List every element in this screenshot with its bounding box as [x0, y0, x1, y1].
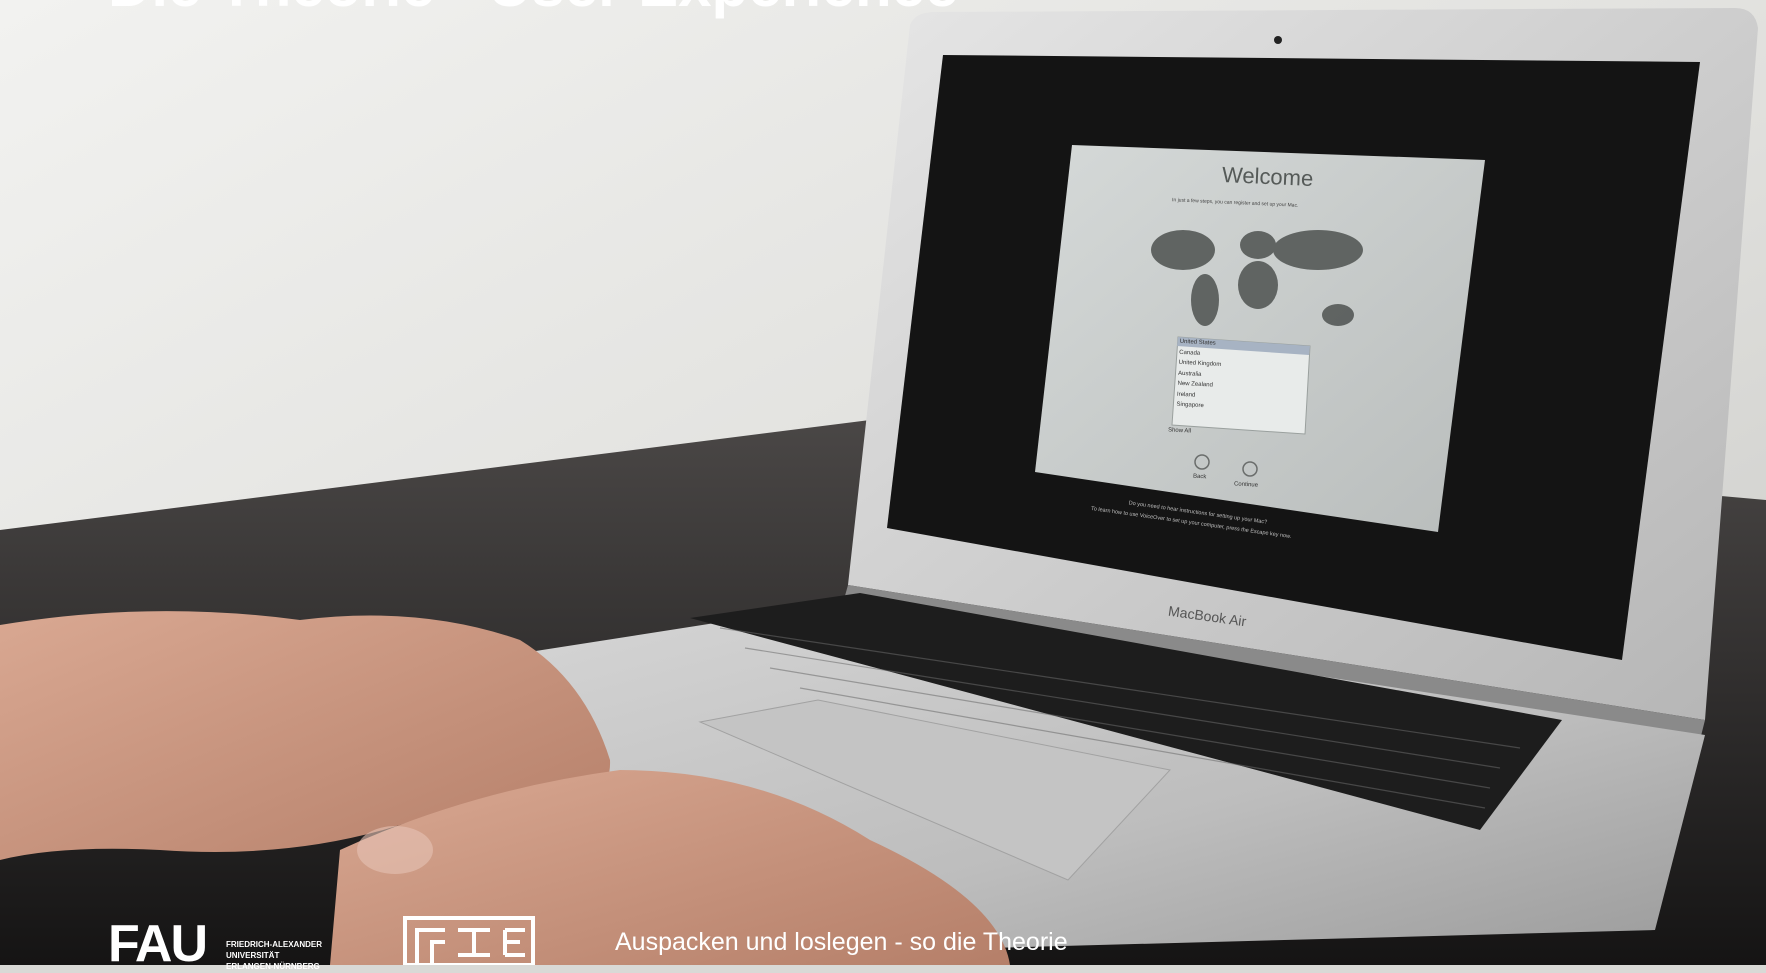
- fau-university-name: FRIEDRICH-ALEXANDER UNIVERSITÄT ERLANGEN…: [226, 939, 322, 972]
- photo-background: [0, 0, 1766, 965]
- fau-line: ERLANGEN-NÜRNBERG: [226, 962, 320, 971]
- institute-logo: [402, 915, 536, 965]
- slide-caption: Auspacken und loslegen - so die Theorie: [615, 928, 1068, 956]
- fau-logo: FAU FRIEDRICH-ALEXANDER UNIVERSITÄT ERLA…: [108, 918, 348, 971]
- slide-title: Die Theorie - User Experience: [108, 0, 958, 16]
- fau-line: FRIEDRICH-ALEXANDER: [226, 940, 322, 949]
- fau-mark: FAU: [108, 915, 208, 973]
- fau-line: UNIVERSITÄT: [226, 951, 280, 960]
